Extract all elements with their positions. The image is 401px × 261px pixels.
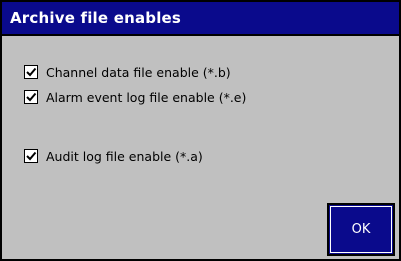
alarm-event-log-file-option[interactable]: Alarm event log file enable (*.e) — [24, 88, 246, 106]
checkmark-icon — [26, 92, 37, 102]
alarm-event-log-file-checkbox[interactable] — [24, 90, 38, 104]
audit-log-file-label: Audit log file enable (*.a) — [46, 148, 203, 164]
channel-data-file-option[interactable]: Channel data file enable (*.b) — [24, 63, 231, 81]
channel-data-file-label: Channel data file enable (*.b) — [46, 64, 231, 80]
dialog-title: Archive file enables — [10, 9, 182, 27]
checkmark-icon — [26, 67, 37, 77]
ok-button[interactable]: OK — [327, 203, 395, 256]
audit-log-file-option[interactable]: Audit log file enable (*.a) — [24, 147, 203, 165]
checkmark-icon — [26, 151, 37, 161]
alarm-event-log-file-label: Alarm event log file enable (*.e) — [46, 89, 247, 105]
title-bar: Archive file enables — [2, 2, 399, 36]
channel-data-file-checkbox[interactable] — [24, 65, 38, 79]
archive-file-enables-dialog: Archive file enables Channel data file e… — [0, 0, 401, 261]
audit-log-file-checkbox[interactable] — [24, 149, 38, 163]
